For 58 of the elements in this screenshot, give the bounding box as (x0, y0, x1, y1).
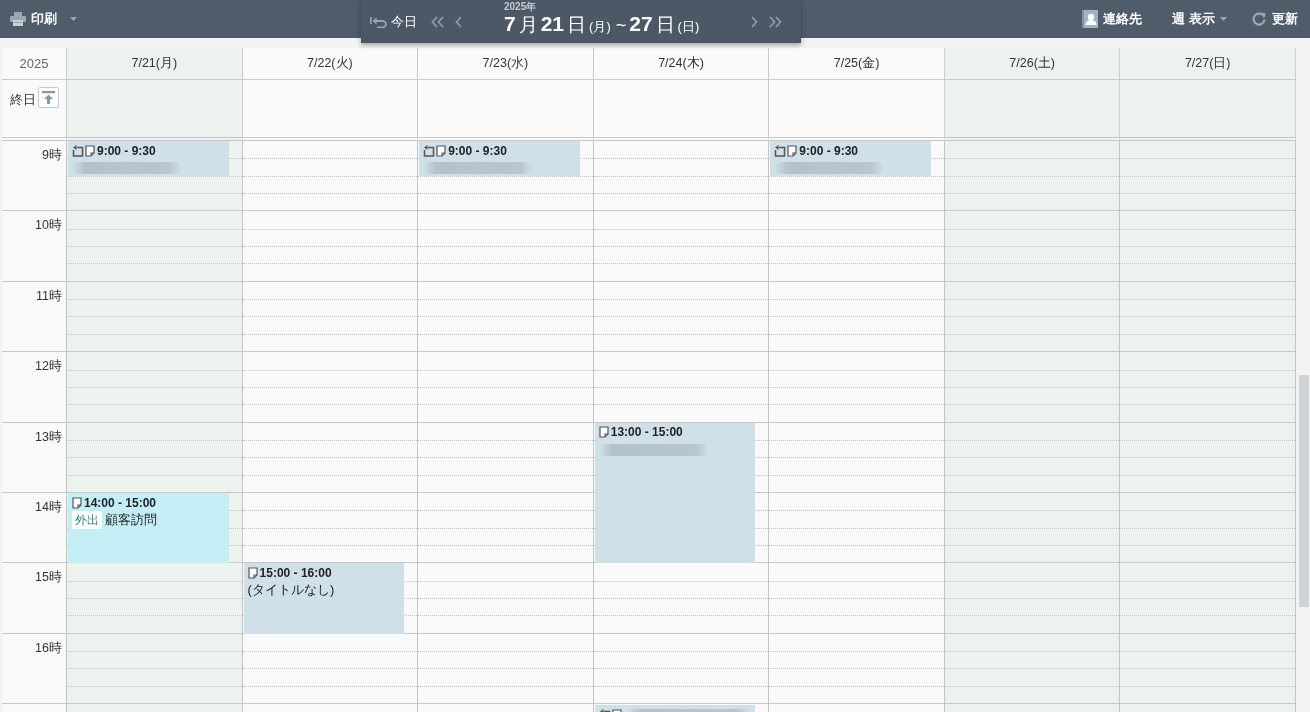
event-time: 15:00 - 16:00 (259, 564, 332, 582)
event-block[interactable]: 9:00 - 9:30 (68, 141, 229, 177)
hour-label: 16時 (35, 639, 62, 657)
memo-icon (787, 144, 798, 157)
event-time: 14:00 - 15:00 (84, 494, 157, 512)
hour-label: 14時 (35, 498, 62, 516)
all-day-cell[interactable] (1120, 80, 1296, 141)
undo-arrow-icon (370, 15, 387, 28)
week-range-title: 7 月 21 日(月) ~27 日(日) (504, 12, 701, 37)
event-block[interactable]: 14:00 - 15:00 外出 顧客訪問 (68, 493, 229, 564)
hour-label: 10時 (35, 217, 62, 235)
day-header: 7/23(水) (418, 48, 594, 80)
contact-card-icon (1082, 10, 1099, 28)
print-button[interactable]: 印刷 (4, 4, 83, 34)
hour-label: 9時 (42, 147, 62, 164)
all-day-cell[interactable] (593, 80, 770, 141)
day-header: 7/27(日) (1120, 48, 1296, 80)
caret-icon (1220, 17, 1227, 21)
event-block[interactable]: 9:00 - 9:30 (419, 141, 580, 177)
event-time: 9:00 - 9:30 (448, 142, 507, 160)
all-day-cell[interactable] (67, 80, 243, 141)
event-time: 13:00 - 15:00 (610, 424, 683, 442)
event-time: 9:00 - 9:30 (97, 142, 156, 160)
memo-icon (247, 566, 258, 579)
memo-icon (72, 496, 82, 509)
memo-icon (598, 426, 609, 439)
scrollbar-thumb[interactable] (1299, 375, 1309, 607)
event-time: 9:00 - 9:30 (799, 142, 858, 160)
event-title: 顧客訪問 (105, 511, 157, 529)
event-block[interactable]: 9:00 - 9:30 (770, 141, 931, 177)
collapse-all-day-button[interactable] (38, 87, 59, 108)
contacts-button[interactable]: 連絡先 (1076, 4, 1149, 34)
hour-label: 11時 (36, 287, 62, 305)
event-title: (タイトルなし) (247, 581, 335, 600)
year-label: 2025 (19, 54, 49, 73)
hour-label: 12時 (35, 358, 62, 376)
event-block[interactable]: 13:00 - 15:00 (594, 422, 756, 564)
all-day-label: 終日 (10, 91, 36, 109)
printer-icon (10, 12, 26, 26)
today-button[interactable]: 今日 (370, 6, 417, 37)
view-menu-button[interactable]: 週 表示 (1166, 4, 1233, 34)
year-label: 2025年 (504, 1, 538, 12)
refresh-button[interactable]: 更新 (1245, 4, 1304, 34)
day-header: 7/25(金) (769, 48, 945, 80)
day-header: 7/21(月) (67, 48, 243, 80)
day-header: 7/26(土) (944, 48, 1121, 80)
caret-icon (70, 17, 77, 21)
hour-label: 15時 (35, 569, 62, 587)
memo-icon (436, 144, 447, 157)
hour-label: 13時 (35, 428, 62, 446)
event-tag: 外出 (72, 511, 102, 529)
day-header: 7/22(火) (242, 48, 419, 80)
day-header: 7/24(木) (593, 48, 770, 80)
memo-icon (85, 144, 95, 157)
all-day-cell[interactable] (242, 80, 419, 141)
refresh-icon (1251, 11, 1267, 27)
all-day-cell[interactable] (944, 80, 1121, 141)
event-block[interactable]: 15:00 - 16:00 (タイトルなし) (243, 563, 405, 634)
